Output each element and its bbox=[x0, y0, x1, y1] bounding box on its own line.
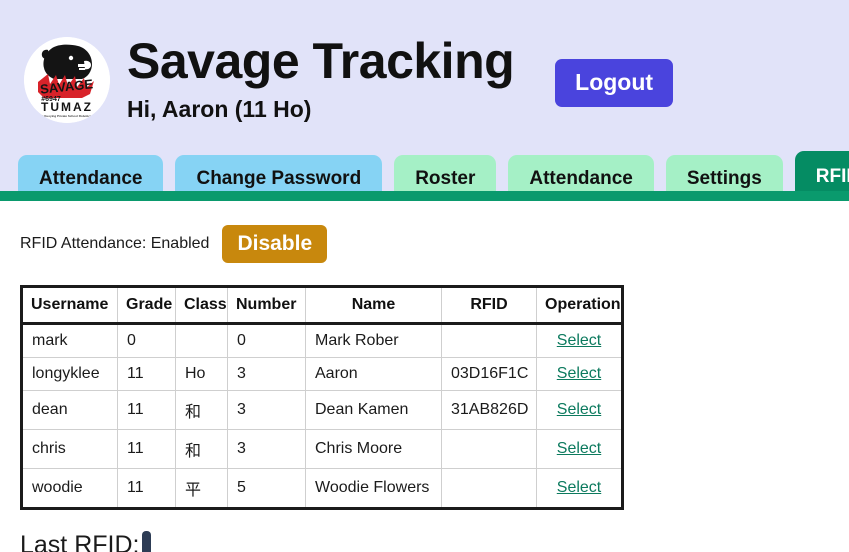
page-header: SAVAGE #6947 TUMAZ Taipei Kuoying Privat… bbox=[0, 0, 849, 201]
cell-rfid: 03D16F1C bbox=[441, 357, 537, 391]
column-header-name: Name bbox=[305, 286, 442, 325]
last-rfid-input-cursor[interactable] bbox=[142, 531, 152, 552]
rfid-roster-table: Username Grade Class Number Name RFID Op… bbox=[20, 285, 624, 510]
logout-button[interactable]: Logout bbox=[555, 58, 674, 107]
select-link[interactable]: Select bbox=[557, 332, 601, 349]
table-row: longyklee 11 Ho 3 Aaron 03D16F1C Select bbox=[21, 357, 623, 391]
cell-name: Aaron bbox=[305, 357, 442, 391]
savage-tumaz-bear-logo-icon: SAVAGE #6947 TUMAZ Taipei Kuoying Privat… bbox=[24, 36, 110, 123]
cell-class: 平 bbox=[175, 468, 228, 509]
column-header-class: Class bbox=[175, 286, 228, 325]
cell-number: 5 bbox=[227, 468, 306, 509]
title-block: Savage Tracking Hi, Aaron (11 Ho) bbox=[127, 33, 515, 123]
cell-grade: 0 bbox=[117, 323, 176, 358]
cell-username: woodie bbox=[21, 468, 118, 509]
column-header-rfid: RFID bbox=[441, 286, 537, 325]
disable-rfid-button[interactable]: Disable bbox=[222, 225, 328, 263]
table-row: mark 0 0 Mark Rober Select bbox=[21, 323, 623, 358]
select-link[interactable]: Select bbox=[557, 401, 601, 418]
select-link[interactable]: Select bbox=[557, 440, 601, 457]
table-row: woodie 11 平 5 Woodie Flowers Select bbox=[21, 468, 623, 509]
column-header-operation: Operation bbox=[536, 286, 623, 325]
cell-operation: Select bbox=[536, 323, 623, 358]
cell-grade: 11 bbox=[117, 390, 176, 430]
cell-operation: Select bbox=[536, 390, 623, 430]
cell-grade: 11 bbox=[117, 429, 176, 469]
cell-username: longyklee bbox=[21, 357, 118, 391]
cell-operation: Select bbox=[536, 357, 623, 391]
last-rfid-label: Last RFID: bbox=[20, 531, 140, 552]
column-header-number: Number bbox=[227, 286, 306, 325]
cell-number: 0 bbox=[227, 323, 306, 358]
cell-class: Ho bbox=[175, 357, 228, 391]
column-header-username: Username bbox=[21, 286, 118, 325]
cell-number: 3 bbox=[227, 429, 306, 469]
tab-bar-underline bbox=[0, 191, 849, 201]
cell-name: Dean Kamen bbox=[305, 390, 442, 430]
cell-grade: 11 bbox=[117, 357, 176, 391]
cell-rfid bbox=[441, 323, 537, 358]
table-header-row: Username Grade Class Number Name RFID Op… bbox=[21, 286, 623, 325]
cell-number: 3 bbox=[227, 390, 306, 430]
cell-rfid: 31AB826D bbox=[441, 390, 537, 430]
cell-name: Chris Moore bbox=[305, 429, 442, 469]
table-row: chris 11 和 3 Chris Moore Select bbox=[21, 429, 623, 469]
cell-username: dean bbox=[21, 390, 118, 430]
cell-class: 和 bbox=[175, 390, 228, 430]
svg-text:Taipei Kuoying Private School: Taipei Kuoying Private School Robotics C… bbox=[35, 114, 99, 118]
select-link[interactable]: Select bbox=[557, 365, 601, 382]
cell-username: mark bbox=[21, 323, 118, 358]
cell-username: chris bbox=[21, 429, 118, 469]
column-header-grade: Grade bbox=[117, 286, 176, 325]
cell-rfid bbox=[441, 429, 537, 469]
cell-rfid bbox=[441, 468, 537, 509]
svg-text:TUMAZ: TUMAZ bbox=[41, 100, 93, 114]
cell-class bbox=[175, 323, 228, 358]
cell-number: 3 bbox=[227, 357, 306, 391]
select-link[interactable]: Select bbox=[557, 479, 601, 496]
cell-operation: Select bbox=[537, 469, 623, 509]
cell-name: Woodie Flowers bbox=[305, 468, 442, 509]
last-rfid-row: Last RFID: bbox=[20, 531, 849, 552]
cell-class: 和 bbox=[175, 429, 228, 469]
rfid-status-text: RFID Attendance: Enabled bbox=[20, 235, 210, 252]
rfid-status-row: RFID Attendance: Enabled Disable bbox=[20, 225, 849, 263]
cell-name: Mark Rober bbox=[305, 323, 442, 358]
cell-grade: 11 bbox=[117, 468, 176, 509]
table-row: dean 11 和 3 Dean Kamen 31AB826D Select bbox=[21, 390, 623, 430]
user-greeting: Hi, Aaron (11 Ho) bbox=[127, 96, 312, 122]
header-content: SAVAGE #6947 TUMAZ Taipei Kuoying Privat… bbox=[0, 0, 849, 137]
cell-operation: Select bbox=[536, 429, 623, 469]
page-title: Savage Tracking bbox=[127, 33, 515, 89]
main-content: RFID Attendance: Enabled Disable Usernam… bbox=[0, 201, 849, 552]
